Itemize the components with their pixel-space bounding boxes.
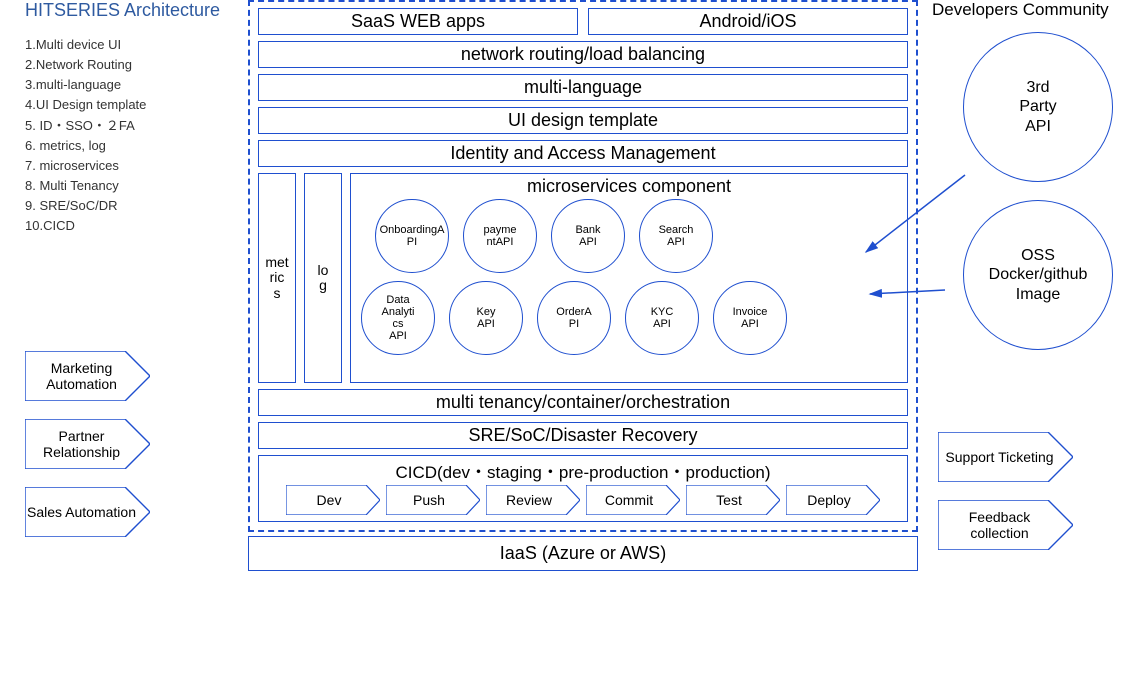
arch-item: 8. Multi Tenancy [25,176,225,196]
circle-oss-docker-github: OSS Docker/github Image [963,200,1113,350]
callout-feedback-collection: Feedback collection [938,500,1073,550]
callout-support-ticketing: Support Ticketing [938,432,1073,482]
microservices-row: met ric s lo g microservices component O… [258,173,908,383]
callout-label: Feedback collection [938,509,1061,541]
api-data-analytics: Data Analyti cs API [361,281,435,355]
cicd-step-review: Review [486,485,580,515]
callout-label: Marketing Automation [25,360,138,392]
cicd-steps: Dev Push Review Commit Test [265,485,901,515]
arch-item: 4.UI Design template [25,95,225,115]
arch-item: 2.Network Routing [25,55,225,75]
arch-item: 9. SRE/SoC/DR [25,196,225,216]
cicd-step-push: Push [386,485,480,515]
layer-multi-tenancy: multi tenancy/container/orchestration [258,389,908,416]
api-search: Search API [639,199,713,273]
layer-multi-language: multi-language [258,74,908,101]
layer-android-ios: Android/iOS [588,8,908,35]
cicd-step-test: Test [686,485,780,515]
circle-3rd-party-api: 3rd Party API [963,32,1113,182]
api-key: Key API [449,281,523,355]
callout-sales-automation: Sales Automation [25,487,150,537]
left-callouts: Marketing Automation Partner Relationshi… [25,351,225,537]
microservices-title: microservices component [357,176,901,197]
cicd-title: CICD(dev・staging・pre-production・producti… [265,458,901,483]
platform-frame: SaaS WEB apps Android/iOS network routin… [248,0,918,532]
api-payment: payme ntAPI [463,199,537,273]
callout-partner-relationship: Partner Relationship [25,419,150,469]
layer-cicd: CICD(dev・staging・pre-production・producti… [258,455,908,522]
api-kyc: KYC API [625,281,699,355]
layer-network-routing: network routing/load balancing [258,41,908,68]
right-callouts: Support Ticketing Feedback collection [938,432,1138,550]
layer-identity-access: Identity and Access Management [258,140,908,167]
callout-label: Partner Relationship [25,428,138,460]
layer-iaas: IaaS (Azure or AWS) [248,536,918,571]
layer-saas-web-apps: SaaS WEB apps [258,8,578,35]
cicd-step-deploy: Deploy [786,485,880,515]
left-column: HITSERIES Architecture 1.Multi device UI… [25,0,225,537]
callout-label: Sales Automation [27,504,136,520]
center-column: SaaS WEB apps Android/iOS network routin… [248,0,918,571]
right-column: Developers Community 3rd Party API OSS D… [938,0,1138,550]
api-row-1: OnboardingA PI payme ntAPI Bank API Sear… [375,199,901,273]
cicd-step-dev: Dev [286,485,380,515]
callout-label: Support Ticketing [945,449,1053,465]
api-order: OrderA PI [537,281,611,355]
cicd-step-commit: Commit [586,485,680,515]
arch-item: 5. ID・SSO・２FA [25,116,225,136]
arch-item: 1.Multi device UI [25,35,225,55]
arch-item: 7. microservices [25,156,225,176]
arch-item: 6. metrics, log [25,136,225,156]
developers-community-title: Developers Community [932,0,1138,20]
callout-marketing-automation: Marketing Automation [25,351,150,401]
log-box: lo g [304,173,342,383]
layer-ui-design-template: UI design template [258,107,908,134]
api-onboarding: OnboardingA PI [375,199,449,273]
api-bank: Bank API [551,199,625,273]
api-invoice: Invoice API [713,281,787,355]
architecture-title: HITSERIES Architecture [25,0,225,21]
api-row-2: Data Analyti cs API Key API OrderA PI KY… [361,281,901,355]
architecture-list: 1.Multi device UI 2.Network Routing 3.mu… [25,35,225,236]
microservices-container: microservices component OnboardingA PI p… [350,173,908,383]
layer-sre-soc-dr: SRE/SoC/Disaster Recovery [258,422,908,449]
metrics-box: met ric s [258,173,296,383]
arch-item: 10.CICD [25,216,225,236]
arch-item: 3.multi-language [25,75,225,95]
